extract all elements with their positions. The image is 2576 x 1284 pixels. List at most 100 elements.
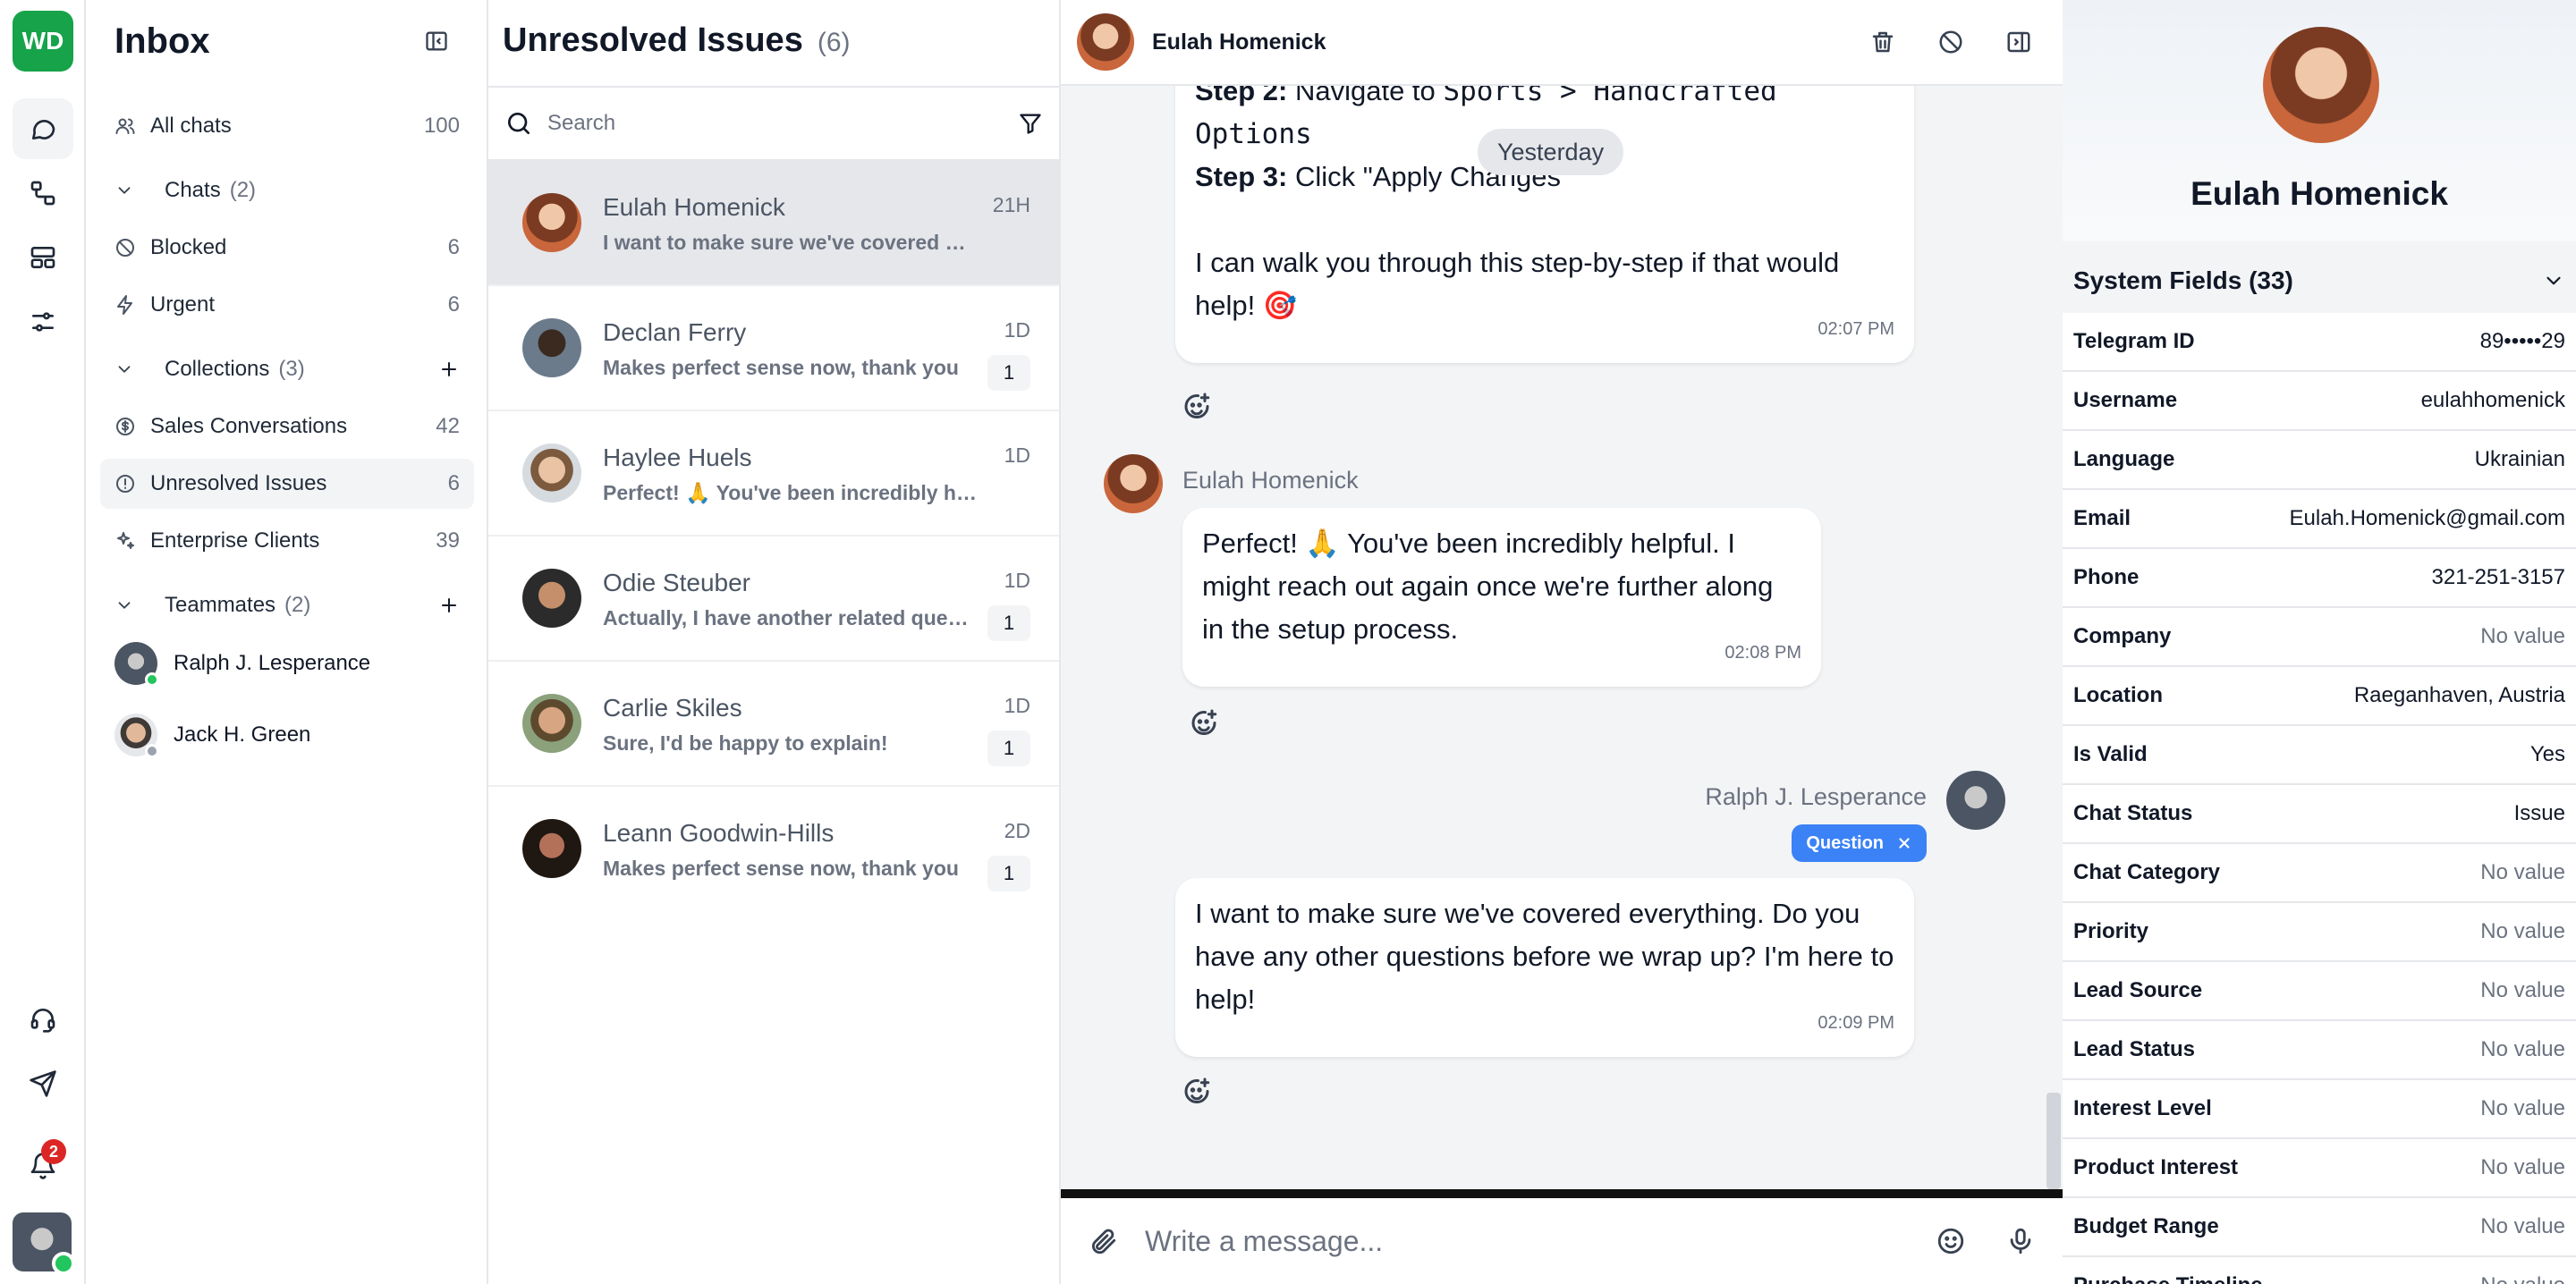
headset-icon (30, 1009, 55, 1033)
add-reaction-icon[interactable] (1188, 708, 1220, 740)
avatar (522, 443, 581, 503)
field-value: eulahhomenick (2420, 388, 2565, 412)
unread-badge: 1 (987, 355, 1030, 391)
list-item[interactable]: Eulah Homenick I want to make sure we've … (488, 161, 1059, 286)
paperclip-icon[interactable] (1088, 1226, 1118, 1256)
support-nav-button[interactable] (13, 989, 73, 1050)
field-row[interactable]: Purchase Timeline No value (2063, 1257, 2576, 1284)
sidebar-item-sales-conversations[interactable]: Sales Conversations 42 (100, 401, 474, 452)
collapse-sidebar-button[interactable] (424, 29, 449, 54)
sidebar-item-label: Urgent (150, 292, 216, 317)
unread-badge: 1 (987, 605, 1030, 641)
field-row[interactable]: Chat Category No value (2063, 844, 2576, 903)
add-reaction-icon[interactable] (1181, 392, 1213, 424)
list-count: (6) (817, 28, 851, 57)
field-row[interactable]: Language Ukrainian (2063, 431, 2576, 490)
avatar (2263, 27, 2379, 143)
field-row[interactable]: Lead Source No value (2063, 962, 2576, 1021)
field-row[interactable]: Priority No value (2063, 903, 2576, 962)
field-row[interactable]: Username eulahhomenick (2063, 372, 2576, 431)
workspace-logo[interactable]: WD (13, 11, 73, 72)
field-row[interactable]: Product Interest No value (2063, 1139, 2576, 1198)
field-value: No value (2480, 1273, 2565, 1284)
block-icon[interactable] (1937, 29, 1964, 55)
broadcast-nav-button[interactable] (13, 1053, 73, 1114)
list-item[interactable]: Declan Ferry Makes perfect sense now, tha… (488, 286, 1059, 411)
panel-right-icon[interactable] (2005, 29, 2032, 55)
field-row[interactable]: Email Eulah.Homenick@gmail.com (2063, 490, 2576, 549)
field-row[interactable]: Location Raeganhaven, Austria (2063, 667, 2576, 726)
users-icon (115, 118, 135, 134)
list-item[interactable]: Carlie Skiles Sure, I'd be happy to expla… (488, 662, 1059, 787)
group-label: Chats (165, 178, 221, 202)
field-key: Company (2073, 624, 2172, 648)
list-item[interactable]: Leann Goodwin-Hills Makes perfect sense n… (488, 787, 1059, 912)
contact-name: Odie Steuber (603, 569, 750, 596)
field-value: Issue (2513, 801, 2565, 825)
notifications-button[interactable]: 2 (13, 1136, 73, 1196)
conversation-list: Unresolved Issues (6) Eulah Homenick I wa… (488, 0, 1061, 1284)
list-item[interactable]: Haylee Huels Perfect! 🙏 You've been incre… (488, 411, 1059, 536)
workflows-nav-button[interactable] (13, 163, 73, 224)
field-row[interactable]: Lead Status No value (2063, 1021, 2576, 1080)
chevron-down-icon (2546, 276, 2561, 285)
question-tag[interactable]: Question (1792, 824, 1927, 862)
timestamp: 1D (1004, 569, 1030, 592)
chevron-down-icon (118, 602, 131, 609)
timestamp: 21H (992, 193, 1030, 216)
sidebar-item-all-chats[interactable]: All chats 100 (100, 101, 474, 151)
sidebar-item-blocked[interactable]: Blocked 6 (100, 223, 474, 273)
field-key: Product Interest (2073, 1155, 2239, 1179)
system-fields-toggle[interactable]: System Fields (33) (2063, 256, 2576, 306)
sidebar-item-unresolved-issues[interactable]: Unresolved Issues 6 (100, 459, 474, 509)
chats-group-toggle[interactable]: Chats (2) (100, 165, 474, 215)
collections-group-toggle[interactable]: Collections (3) (100, 344, 474, 394)
sidebar-item-urgent[interactable]: Urgent 6 (100, 280, 474, 330)
field-key: Phone (2073, 565, 2140, 589)
field-row[interactable]: Chat Status Issue (2063, 785, 2576, 844)
message-preview: Makes perfect sense now, thank you (603, 356, 959, 379)
field-key: Location (2073, 683, 2163, 707)
close-icon[interactable] (1896, 835, 1912, 851)
search-icon (508, 112, 530, 134)
teammate-jack[interactable]: Jack H. Green (114, 706, 472, 764)
teammates-group-toggle[interactable]: Teammates (2) (100, 580, 474, 630)
sidebar-item-enterprise-clients[interactable]: Enterprise Clients 39 (100, 516, 474, 566)
chats-nav-button[interactable] (13, 98, 73, 159)
message-bubble: Perfect! 🙏 You've been incredibly helpfu… (1182, 508, 1821, 687)
field-row[interactable]: Company No value (2063, 608, 2576, 667)
microphone-icon[interactable] (2005, 1226, 2036, 1256)
alert-circle-icon (116, 475, 134, 493)
field-row[interactable]: Phone 321-251-3157 (2063, 549, 2576, 608)
message-text: I want to make sure we've covered everyt… (1195, 898, 1894, 1015)
sidebar-item-count: 6 (447, 292, 460, 317)
chat-scrollbar[interactable] (2046, 1093, 2061, 1189)
chat-panel: Step 2: Navigate to Sports > Handcrafted… (1061, 0, 2063, 1284)
plus-icon[interactable] (438, 359, 460, 380)
field-row[interactable]: Interest Level No value (2063, 1080, 2576, 1139)
plus-icon[interactable] (438, 595, 460, 616)
app-rail: WD 2 (0, 0, 86, 1284)
teammate-name: Ralph J. Lesperance (174, 651, 371, 675)
field-row[interactable]: Is Valid Yes (2063, 726, 2576, 785)
message-input[interactable] (1145, 1224, 1936, 1258)
dashboard-nav-button[interactable] (13, 227, 73, 288)
emoji-icon[interactable] (1936, 1226, 1966, 1256)
trash-icon[interactable] (1869, 29, 1896, 55)
field-value: Yes (2529, 742, 2565, 766)
field-value: No value (2480, 860, 2565, 884)
field-value: No value (2480, 1096, 2565, 1120)
settings-nav-button[interactable] (13, 291, 73, 352)
contact-name: Eulah Homenick (603, 193, 785, 221)
field-key: Is Valid (2073, 742, 2148, 766)
add-reaction-icon[interactable] (1181, 1077, 1213, 1109)
search-input[interactable] (547, 111, 1018, 136)
field-row[interactable]: Budget Range No value (2063, 1198, 2576, 1257)
field-row[interactable]: Telegram ID 89•••••29 (2063, 313, 2576, 372)
online-status-dot (52, 1252, 75, 1275)
tag-label: Question (1806, 832, 1884, 853)
user-avatar[interactable] (13, 1212, 75, 1275)
teammate-ralph[interactable]: Ralph J. Lesperance (114, 635, 472, 692)
list-item[interactable]: Odie Steuber Actually, I have another rel… (488, 536, 1059, 662)
filter-icon[interactable] (1018, 111, 1043, 136)
